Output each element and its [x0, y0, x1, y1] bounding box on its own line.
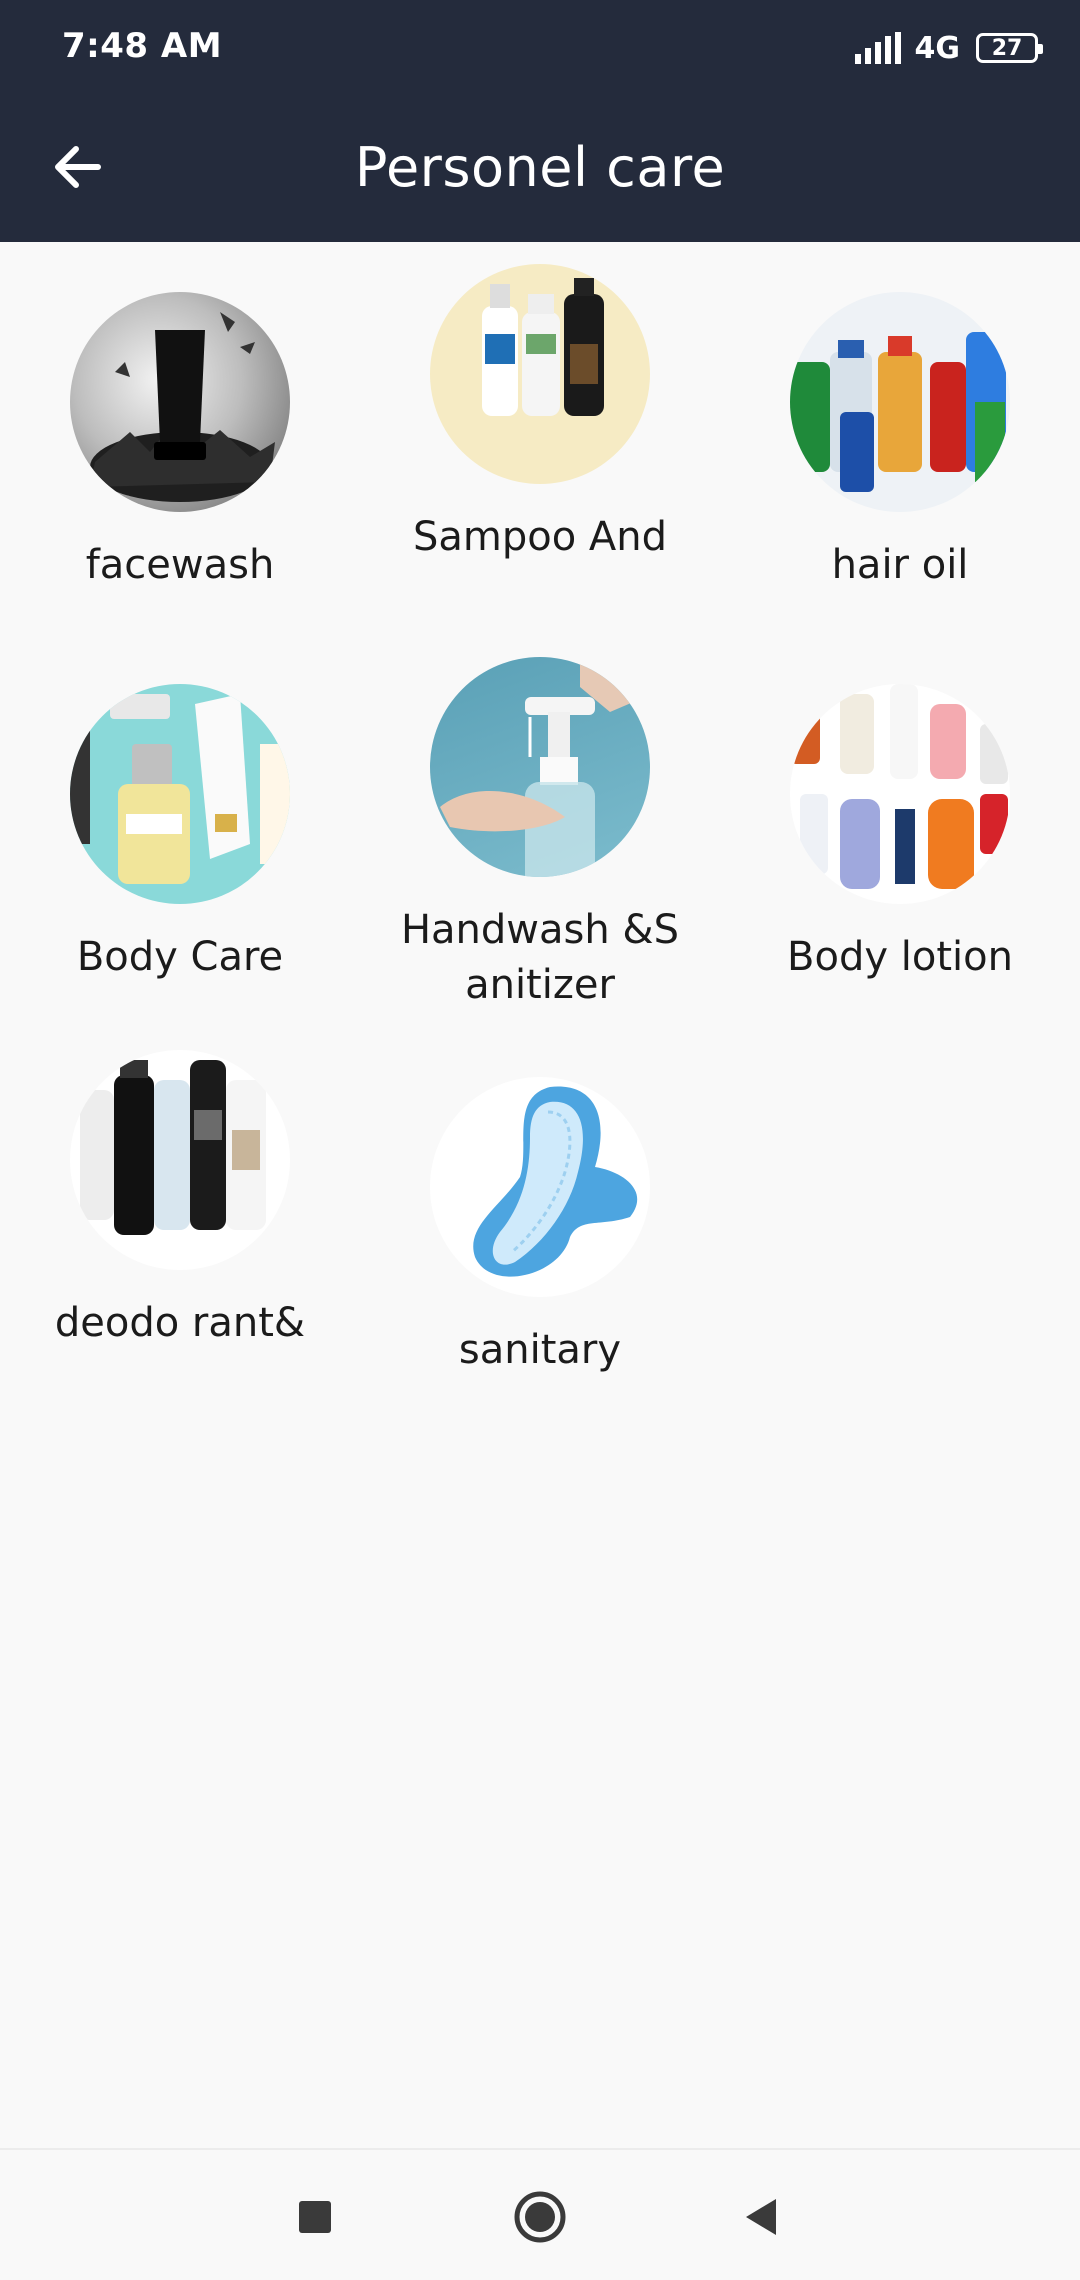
app-bar: Personel care	[0, 96, 1080, 242]
category-label: Body Care	[76, 934, 284, 980]
battery-level: 27	[991, 35, 1023, 61]
system-nav-bar	[0, 2148, 1080, 2280]
category-sanitary[interactable]: sanitary	[360, 1077, 720, 1378]
shampoo-image	[430, 264, 650, 484]
handwash-image	[430, 657, 650, 877]
network-type: 4G	[914, 30, 961, 66]
category-label: Body lotion	[787, 934, 1013, 980]
home-icon	[514, 2191, 566, 2243]
category-label: deodo rant&	[54, 1300, 306, 1346]
home-button[interactable]	[505, 2182, 575, 2252]
category-label: Handwash &Sanitizer	[400, 907, 680, 1008]
category-label: facewash	[85, 542, 275, 588]
body-care-image	[70, 684, 290, 904]
deodorant-image	[70, 1050, 290, 1270]
hair-oil-image	[790, 292, 1010, 512]
signal-icon	[854, 32, 901, 64]
facewash-image	[70, 292, 290, 512]
body-lotion-image	[790, 684, 1010, 904]
category-shampoo[interactable]: Sampoo And	[360, 264, 720, 565]
top-bar: 7:48 AM 4G 27 Personel care	[0, 0, 1080, 242]
category-deodorant[interactable]: deodo rant&	[0, 1050, 360, 1351]
back-triangle-icon	[746, 2199, 776, 2235]
battery-icon: 27	[976, 33, 1043, 63]
status-bar: 7:48 AM 4G 27	[0, 0, 1080, 96]
recent-apps-icon	[299, 2201, 331, 2233]
status-indicators: 4G 27	[854, 28, 1043, 68]
category-body-care[interactable]: Body Care	[0, 684, 360, 985]
status-time: 7:48 AM	[62, 26, 223, 66]
category-facewash[interactable]: facewash	[0, 292, 360, 593]
back-nav-button[interactable]	[725, 2182, 795, 2252]
category-hair-oil[interactable]: hair oil	[720, 292, 1080, 593]
category-handwash[interactable]: Handwash &Sanitizer	[360, 657, 720, 1013]
category-label: hair oil	[831, 542, 969, 588]
category-body-lotion[interactable]: Body lotion	[720, 684, 1080, 985]
page-title: Personel care	[354, 136, 726, 199]
category-label: Sampoo And	[412, 514, 668, 560]
category-label: sanitary	[458, 1327, 622, 1373]
sanitary-image	[430, 1077, 650, 1297]
recent-apps-button[interactable]	[280, 2182, 350, 2252]
